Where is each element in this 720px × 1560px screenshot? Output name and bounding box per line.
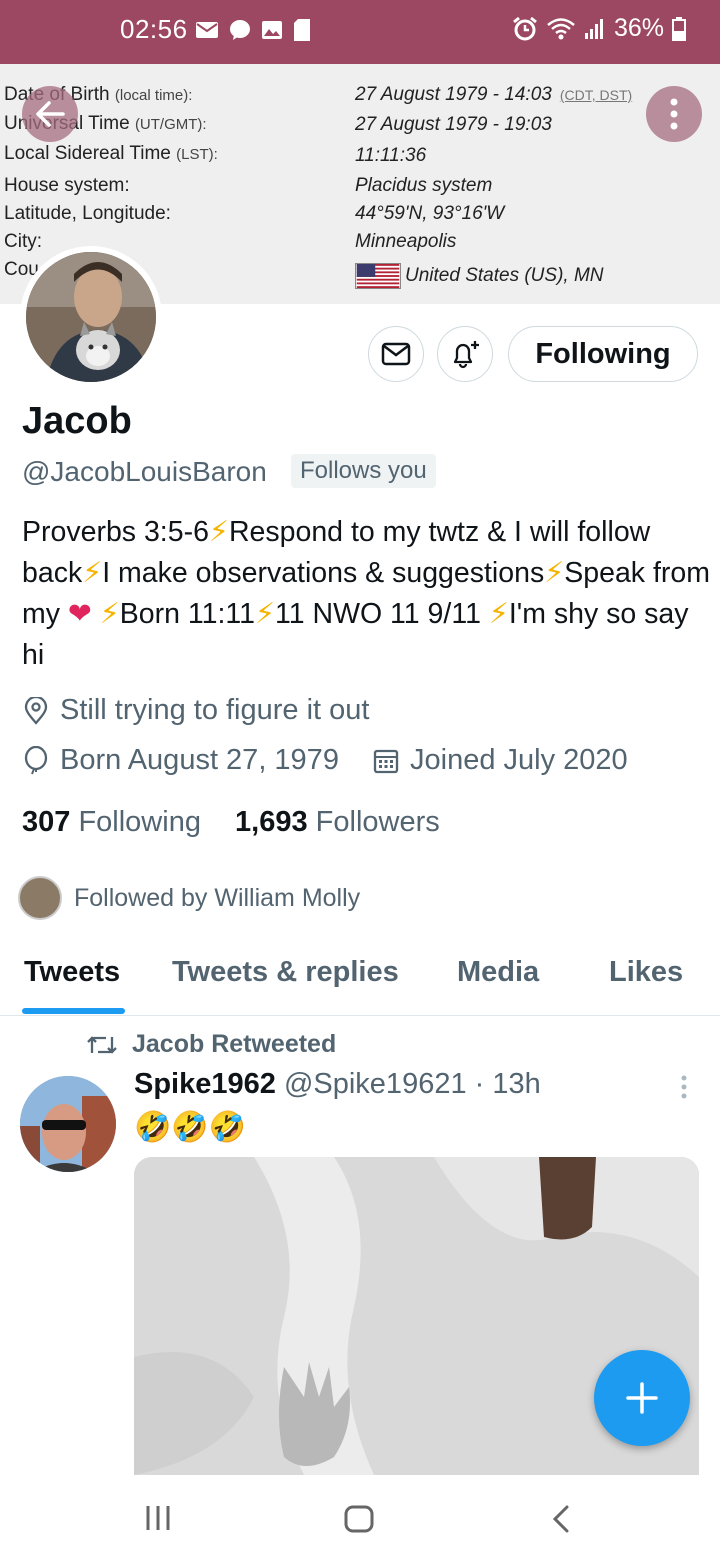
- lightning-icon: ⚡: [544, 557, 565, 589]
- mail-icon: [196, 22, 218, 38]
- tweet-text: 🤣🤣🤣: [134, 1111, 247, 1144]
- back-arrow-icon: [36, 101, 65, 127]
- banner-row-value: 27 August 1979 - 19:03: [355, 114, 552, 135]
- following-link[interactable]: 307 Following: [22, 806, 201, 838]
- bio-text: 11 NWO 11 9/11: [274, 598, 481, 630]
- lightning-icon: ⚡: [82, 557, 103, 589]
- clock: 02:56: [120, 14, 188, 44]
- follow-stats: 307 Following 1,693 Followers: [22, 806, 440, 839]
- bio-text: I make observations & suggestions: [102, 557, 545, 589]
- active-tab-indicator: [22, 1008, 125, 1014]
- signal-icon: [584, 18, 603, 39]
- banner-row-value: 44°59'N, 93°16'W: [355, 203, 505, 224]
- profile-avatar[interactable]: [20, 246, 162, 388]
- battery-icon: [672, 16, 686, 41]
- retweet-icon: [87, 1035, 117, 1054]
- following-button[interactable]: Following: [508, 326, 698, 382]
- tweet-more-button[interactable]: [676, 1074, 692, 1107]
- profile-handle: @JacobLouisBaron: [22, 456, 267, 487]
- birthday-text: Born August 27, 1979: [60, 744, 339, 776]
- lightning-icon: ⚡: [208, 516, 229, 548]
- banner-row-value: United States (US), MN: [355, 263, 604, 289]
- follower-avatar: [18, 876, 62, 920]
- lightning-icon: ⚡: [254, 598, 275, 630]
- tweet-header: Spike1962 @Spike19621 · 13h: [134, 1068, 541, 1101]
- banner-row-label: Local Sidereal Time (LST):: [4, 143, 218, 164]
- back-button[interactable]: [22, 86, 78, 142]
- banner-row-label: House system:: [4, 175, 130, 196]
- heart-icon: ❤: [67, 598, 92, 630]
- profile-joined: Joined July 2020: [372, 744, 628, 777]
- joined-text: Joined July 2020: [410, 744, 628, 776]
- bio-text: Proverbs 3:5-6: [22, 516, 209, 548]
- tweet-author-avatar[interactable]: [20, 1076, 116, 1172]
- avatar-photo: [26, 252, 156, 382]
- tweet-time: · 13h: [474, 1068, 541, 1100]
- profile-bio: Proverbs 3:5-6⚡Respond to my twtz & I wi…: [22, 512, 712, 676]
- balloon-icon: [24, 745, 48, 774]
- more-vertical-icon: [681, 1075, 687, 1099]
- wifi-icon: [547, 17, 575, 39]
- notifications-button[interactable]: [437, 326, 493, 382]
- tab-tweets[interactable]: Tweets: [24, 956, 120, 989]
- banner-row-label: Latitude, Longitude:: [4, 203, 171, 224]
- profile-name: Jacob: [22, 400, 132, 442]
- bell-plus-icon: [453, 341, 479, 369]
- compose-tweet-button[interactable]: [594, 1350, 690, 1446]
- chat-icon: [230, 20, 250, 40]
- tab-media[interactable]: Media: [457, 956, 539, 989]
- banner-row-value: 11:11:36: [355, 145, 427, 166]
- home-icon[interactable]: [343, 1504, 375, 1534]
- more-vertical-icon: [670, 98, 678, 130]
- tweet-display-name[interactable]: Spike1962: [134, 1068, 276, 1100]
- gallery-icon: [262, 21, 282, 39]
- followed-by-text: Followed by William Molly: [74, 883, 361, 912]
- back-nav-icon[interactable]: [550, 1504, 572, 1534]
- banner-row-label: City:: [4, 231, 42, 252]
- tweet-handle[interactable]: @Spike19621: [284, 1068, 467, 1100]
- retweet-label: Jacob Retweeted: [132, 1030, 337, 1058]
- sd-card-icon: [294, 19, 310, 41]
- status-bar: 02:56 36%: [0, 0, 720, 64]
- location-text: Still trying to figure it out: [60, 694, 370, 726]
- followed-by[interactable]: Followed by William Molly: [18, 876, 360, 920]
- us-flag-icon: [355, 263, 401, 289]
- plus-icon: [626, 1382, 658, 1414]
- system-nav-bar: [0, 1476, 720, 1560]
- bio-text: Born 11:11: [119, 598, 255, 630]
- lightning-icon: ⚡: [99, 598, 120, 630]
- lightning-icon: ⚡: [488, 598, 509, 630]
- recent-apps-icon[interactable]: [144, 1504, 172, 1532]
- tab-likes[interactable]: Likes: [609, 956, 683, 989]
- banner-row-value: 27 August 1979 - 14:03 (CDT, DST): [355, 84, 633, 105]
- message-button[interactable]: [368, 326, 424, 382]
- profile-birthday: Born August 27, 1979: [22, 744, 339, 777]
- banner-row-value: Placidus system: [355, 175, 493, 196]
- profile-location: Still trying to figure it out: [22, 694, 369, 727]
- location-pin-icon: [24, 696, 48, 725]
- banner-row-value: Minneapolis: [355, 231, 457, 252]
- calendar-icon: [373, 749, 399, 773]
- retweet-context[interactable]: Jacob Retweeted: [86, 1030, 336, 1059]
- tweet-avatar-photo: [20, 1076, 116, 1172]
- battery-percent: 36%: [613, 14, 664, 42]
- more-options-button[interactable]: [646, 86, 702, 142]
- profile-tabs: Tweets Tweets & replies Media Likes: [0, 944, 720, 1016]
- followers-link[interactable]: 1,693 Followers: [235, 806, 440, 838]
- follows-you-badge: Follows you: [291, 454, 436, 488]
- tab-tweets-replies[interactable]: Tweets & replies: [172, 956, 399, 989]
- alarm-icon: [513, 16, 537, 40]
- mail-icon: [381, 342, 411, 366]
